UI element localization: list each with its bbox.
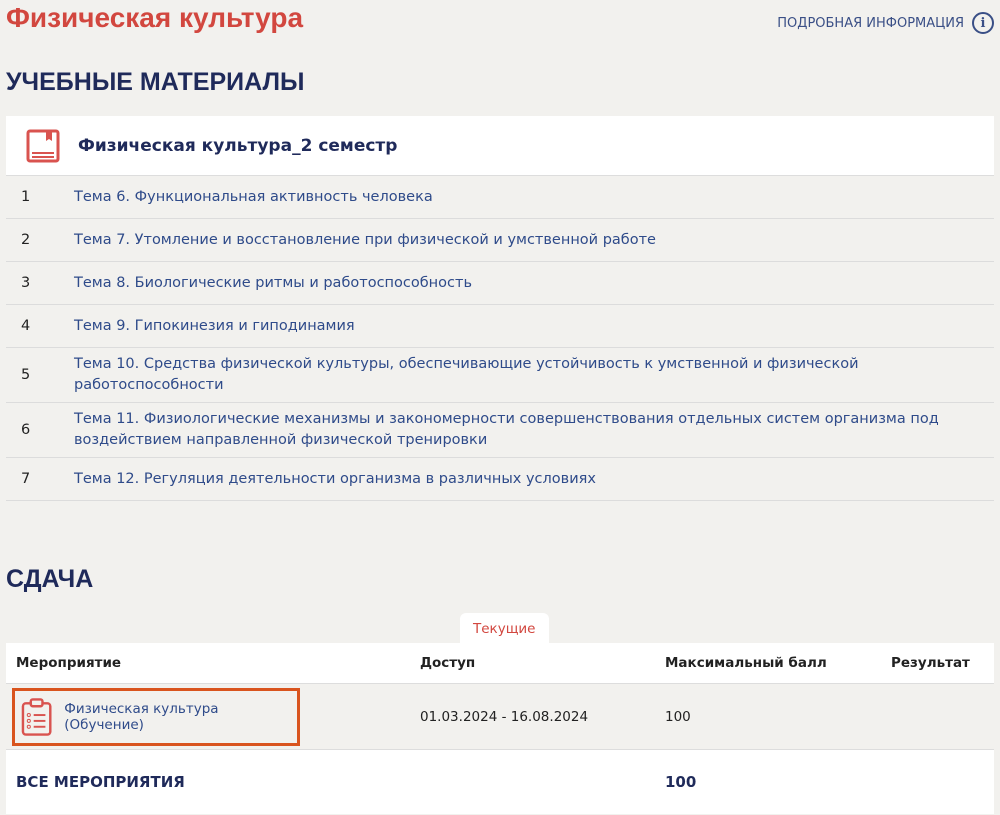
material-number: 7 [21,471,31,487]
material-link[interactable]: Тема 9. Гипокинезия и гиподинамия [74,316,994,337]
material-row: 6 Тема 11. Физиологические механизмы и за… [6,403,994,458]
material-row: 1 Тема 6. Функциональная активность челов… [6,176,994,219]
submission-heading: СДАЧА [6,565,94,593]
tab-current[interactable]: Текущие [460,613,549,643]
material-row: 2 Тема 7. Утомление и восстановление при … [6,219,994,262]
total-max-score: 100 [665,773,697,791]
col-result: Результат [891,655,970,671]
material-number: 4 [21,318,31,334]
material-number: 2 [21,232,31,248]
material-row: 7 Тема 12. Регуляция деятельности организ… [6,458,994,501]
event-access: 01.03.2024 - 16.08.2024 [420,708,589,725]
event-link[interactable]: Физическая культура (Обучение) [64,701,297,733]
event-cell[interactable]: Физическая культура (Обучение) [12,687,300,746]
col-access: Доступ [420,655,476,671]
more-info-link[interactable]: ПОДРОБНАЯ ИНФОРМАЦИЯ i [777,12,994,34]
materials-block-title: Физическая культура_2 семестр [78,135,398,156]
material-row: 5 Тема 10. Средства физической культуры, … [6,348,994,403]
material-link[interactable]: Тема 6. Функциональная активность челове… [74,187,994,208]
book-icon [26,129,60,162]
material-number: 3 [21,275,31,291]
info-icon: i [972,12,994,34]
material-link[interactable]: Тема 10. Средства физической культуры, о… [74,354,994,396]
material-row: 3 Тема 8. Биологические ритмы и работоспо… [6,262,994,305]
event-max-score: 100 [665,708,691,725]
material-link[interactable]: Тема 8. Биологические ритмы и работоспос… [74,273,994,294]
material-link[interactable]: Тема 11. Физиологические механизмы и зак… [74,409,994,451]
materials-block: Физическая культура_2 семестр 1 Тема 6. Ф… [6,116,994,501]
more-info-label: ПОДРОБНАЯ ИНФОРМАЦИЯ [777,15,964,31]
page-title: Физическая культура [6,2,304,33]
material-number: 6 [21,422,31,438]
table-row: Физическая культура (Обучение) 01.03.202… [6,684,994,750]
materials-block-header: Физическая культура_2 семестр [6,116,994,176]
col-event: Мероприятие [16,655,122,671]
material-link[interactable]: Тема 7. Утомление и восстановление при ф… [74,230,994,251]
material-row: 4 Тема 9. Гипокинезия и гиподинамия [6,305,994,348]
total-label: ВСЕ МЕРОПРИЯТИЯ [16,773,185,791]
material-number: 5 [21,367,31,383]
materials-heading: УЧЕБНЫЕ МАТЕРИАЛЫ [6,68,305,96]
col-max-score: Максимальный балл [665,655,827,671]
material-number: 1 [21,189,31,205]
table-header: Мероприятие Доступ Максимальный балл Рез… [6,643,994,684]
total-row: ВСЕ МЕРОПРИЯТИЯ 100 [6,750,994,814]
material-link[interactable]: Тема 12. Регуляция деятельности организм… [74,469,994,490]
events-table: Мероприятие Доступ Максимальный балл Рез… [6,643,994,814]
clipboard-icon [21,697,52,736]
